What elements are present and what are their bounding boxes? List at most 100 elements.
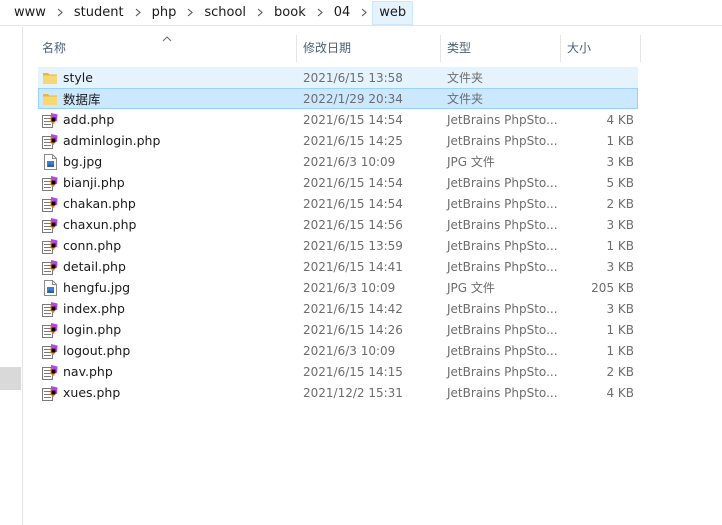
navigation-pane-selected-item[interactable] [0, 367, 21, 390]
phpstorm-file-icon [42, 175, 58, 191]
phpstorm-file-icon [42, 322, 58, 338]
file-name-cell[interactable]: chaxun.php [39, 215, 298, 234]
folder-icon [42, 70, 58, 86]
column-header-size[interactable]: 大小 [561, 35, 640, 62]
file-row[interactable]: bg.jpg 2021/6/3 10:09 JPG 文件 3 KB [38, 151, 638, 172]
file-name-cell[interactable]: adminlogin.php [39, 131, 298, 150]
file-name[interactable]: nav.php [63, 364, 113, 379]
file-row[interactable]: 数据库 2022/1/29 20:34 文件夹 [38, 88, 638, 109]
file-type: JetBrains PhpSto... [447, 322, 558, 337]
file-name[interactable]: chakan.php [63, 196, 136, 211]
file-name-cell[interactable]: nav.php [39, 362, 298, 381]
image-file-icon [42, 279, 58, 296]
file-size: 3 KB [606, 301, 634, 316]
file-name[interactable]: 数据库 [63, 89, 101, 108]
phpstorm-file-icon [42, 259, 58, 275]
chevron-right-icon[interactable] [356, 1, 372, 25]
file-row[interactable]: xues.php 2021/12/2 15:31 JetBrains PhpSto.… [38, 382, 638, 403]
breadcrumb-item[interactable]: php [146, 1, 183, 25]
file-row[interactable]: logout.php 2021/6/3 10:09 JetBrains PhpSto… [38, 340, 638, 361]
file-row[interactable]: style 2021/6/15 13:58 文件夹 [38, 67, 638, 88]
chevron-right-icon[interactable] [312, 1, 328, 25]
file-name[interactable]: style [63, 70, 93, 85]
file-row[interactable]: chaxun.php 2021/6/15 14:56 JetBrains PhpSt… [38, 214, 638, 235]
file-name-cell[interactable]: logout.php [39, 341, 298, 360]
file-name[interactable]: login.php [63, 322, 121, 337]
column-header-date[interactable]: 修改日期 [297, 35, 440, 62]
file-name-cell[interactable]: 数据库 [39, 89, 298, 108]
folder-icon [42, 91, 58, 107]
breadcrumb-item[interactable]: web [372, 0, 414, 25]
file-date: 2021/6/15 14:41 [303, 259, 403, 274]
column-header-type[interactable]: 类型 [441, 35, 560, 62]
file-name-cell[interactable]: index.php [39, 299, 298, 318]
file-name[interactable]: bg.jpg [63, 154, 102, 169]
file-size: 3 KB [606, 154, 634, 169]
file-row[interactable]: add.php 2021/6/15 14:54 JetBrains PhpSto..… [38, 109, 638, 130]
file-name[interactable]: adminlogin.php [63, 133, 160, 148]
breadcrumb-item[interactable]: student [68, 1, 130, 25]
file-row[interactable]: login.php 2021/6/15 14:26 JetBrains PhpSto… [38, 319, 638, 340]
chevron-right-icon[interactable] [130, 1, 146, 25]
file-row[interactable]: hengfu.jpg 2021/6/3 10:09 JPG 文件 205 KB [38, 277, 638, 298]
file-type: JetBrains PhpSto... [447, 196, 558, 211]
file-row[interactable]: nav.php 2021/6/15 14:15 JetBrains PhpSto..… [38, 361, 638, 382]
image-file-icon [42, 153, 58, 170]
phpstorm-file-icon [42, 112, 58, 128]
breadcrumb-item[interactable]: 04 [328, 1, 357, 25]
breadcrumb-item[interactable]: school [198, 1, 252, 25]
file-type: JetBrains PhpSto... [447, 238, 558, 253]
breadcrumb-item[interactable]: www [8, 1, 52, 25]
phpstorm-file-icon [42, 343, 58, 359]
file-size: 4 KB [606, 385, 634, 400]
file-name-cell[interactable]: bianji.php [39, 173, 298, 192]
navigation-pane[interactable] [0, 27, 23, 525]
address-breadcrumb: www student php school book 04 web [0, 0, 722, 26]
file-date: 2021/12/2 15:31 [303, 385, 403, 400]
file-date: 2021/6/15 14:26 [303, 322, 403, 337]
file-size: 2 KB [606, 364, 634, 379]
phpstorm-file-icon [42, 217, 58, 233]
file-type: JPG 文件 [447, 155, 495, 169]
chevron-right-icon[interactable] [52, 1, 68, 25]
file-name-cell[interactable]: detail.php [39, 257, 298, 276]
file-name-cell[interactable]: conn.php [39, 236, 298, 255]
file-name[interactable]: detail.php [63, 259, 126, 274]
file-size: 2 KB [606, 196, 634, 211]
file-name-cell[interactable]: xues.php [39, 383, 298, 402]
file-name[interactable]: index.php [63, 301, 125, 316]
file-row[interactable]: chakan.php 2021/6/15 14:54 JetBrains PhpSt… [38, 193, 638, 214]
file-size: 1 KB [606, 322, 634, 337]
file-row[interactable]: index.php 2021/6/15 14:42 JetBrains PhpSto… [38, 298, 638, 319]
file-name-cell[interactable]: style [39, 68, 298, 87]
column-divider[interactable] [640, 35, 641, 62]
file-name[interactable]: chaxun.php [63, 217, 136, 232]
phpstorm-file-icon [42, 238, 58, 254]
file-name-cell[interactable]: add.php [39, 110, 298, 129]
file-type: JPG 文件 [447, 281, 495, 295]
breadcrumb-item[interactable]: book [268, 1, 312, 25]
file-name-cell[interactable]: bg.jpg [39, 152, 298, 171]
file-name[interactable]: hengfu.jpg [63, 280, 130, 295]
file-name[interactable]: xues.php [63, 385, 120, 400]
column-header-name[interactable]: 名称 [36, 35, 296, 62]
file-name-cell[interactable]: chakan.php [39, 194, 298, 213]
file-row[interactable]: adminlogin.php 2021/6/15 14:25 JetBrains P… [38, 130, 638, 151]
file-name[interactable]: bianji.php [63, 175, 125, 190]
file-type: JetBrains PhpSto... [447, 364, 558, 379]
chevron-right-icon[interactable] [182, 1, 198, 25]
file-row[interactable]: conn.php 2021/6/15 13:59 JetBrains PhpSto.… [38, 235, 638, 256]
file-date: 2021/6/15 14:15 [303, 364, 403, 379]
file-list: style 2021/6/15 13:58 文件夹 数据库 2022/1/29 20:3… [38, 67, 638, 403]
file-size: 1 KB [606, 133, 634, 148]
file-row[interactable]: bianji.php 2021/6/15 14:54 JetBrains PhpSt… [38, 172, 638, 193]
file-name[interactable]: add.php [63, 112, 114, 127]
file-name[interactable]: conn.php [63, 238, 121, 253]
file-name-cell[interactable]: hengfu.jpg [39, 278, 298, 297]
chevron-right-icon[interactable] [252, 1, 268, 25]
file-date: 2021/6/3 10:09 [303, 280, 396, 295]
file-date: 2021/6/15 14:25 [303, 133, 403, 148]
file-name[interactable]: logout.php [63, 343, 130, 358]
file-name-cell[interactable]: login.php [39, 320, 298, 339]
file-row[interactable]: detail.php 2021/6/15 14:41 JetBrains PhpSt… [38, 256, 638, 277]
